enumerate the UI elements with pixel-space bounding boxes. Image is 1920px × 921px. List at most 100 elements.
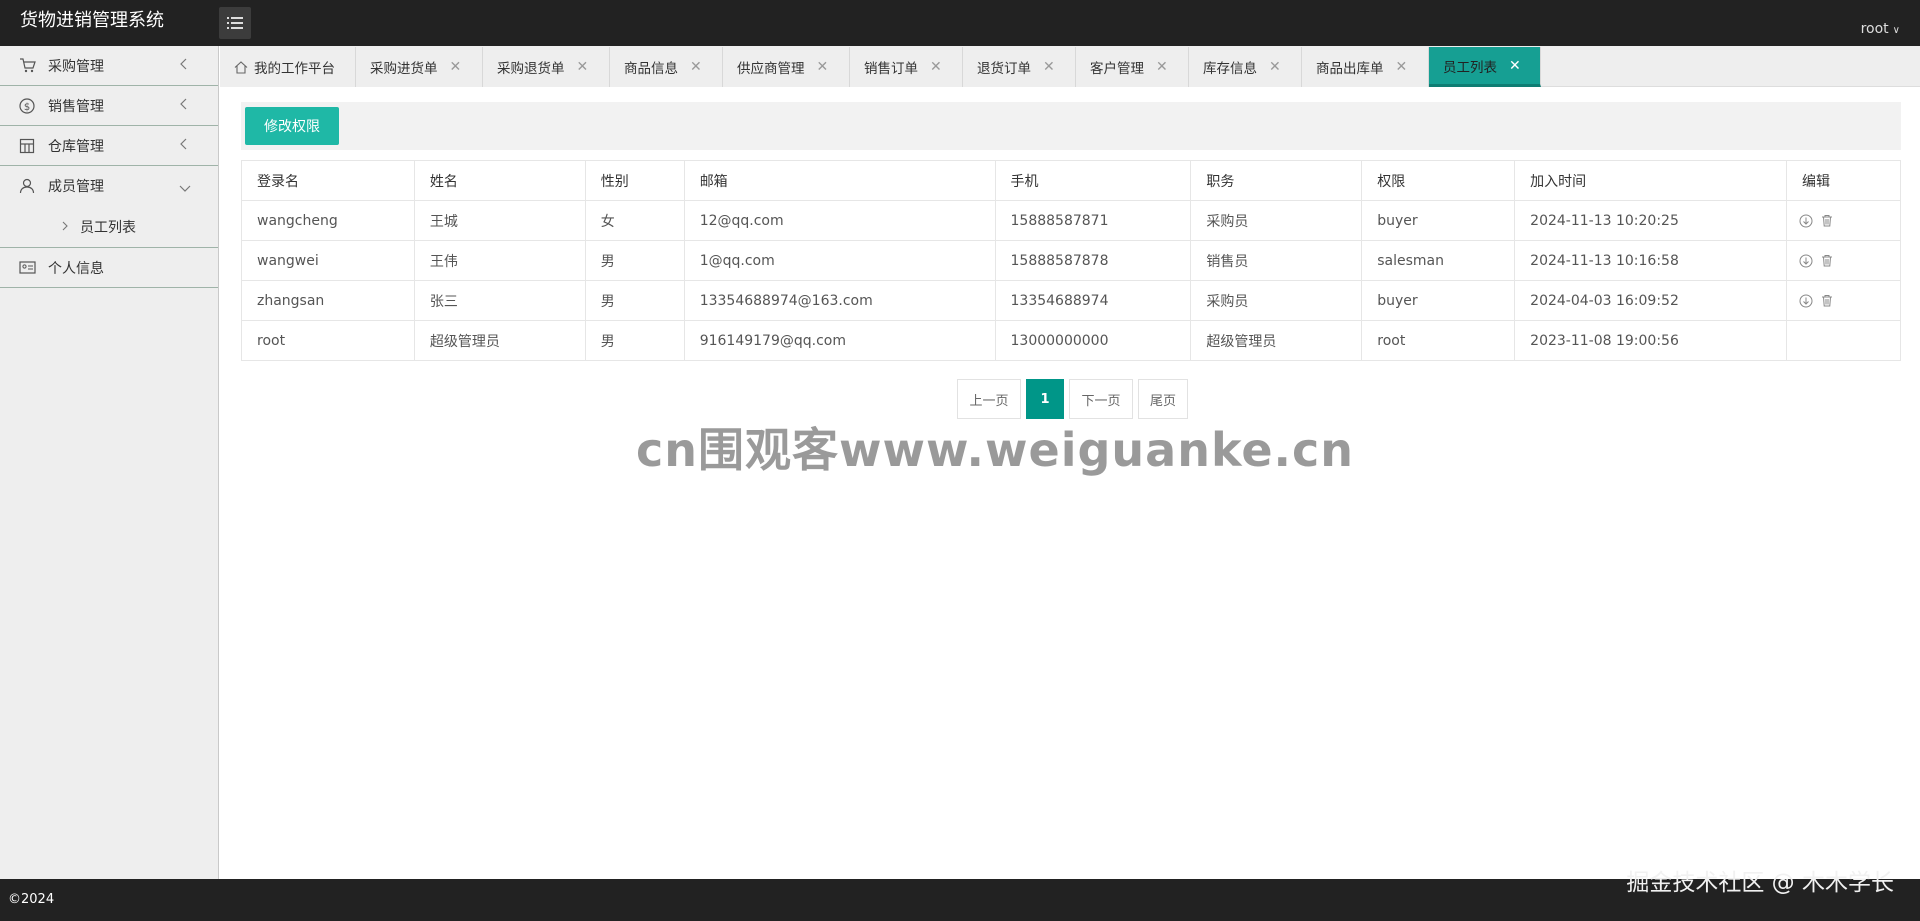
col-header-position[interactable]: 职务 bbox=[1190, 160, 1363, 201]
cell-name: 王城 bbox=[413, 200, 586, 241]
tab-supplier[interactable]: 供应商管理 ✕ bbox=[723, 47, 850, 87]
cell-name: 超级管理员 bbox=[413, 320, 586, 361]
cell-join-time: 2024-11-13 10:16:58 bbox=[1514, 240, 1787, 281]
cell-join-time: 2024-04-03 16:09:52 bbox=[1514, 280, 1787, 321]
tab-sales-order[interactable]: 销售订单 ✕ bbox=[850, 47, 963, 87]
close-icon[interactable]: ✕ bbox=[1269, 59, 1281, 75]
cell-edit bbox=[1786, 280, 1901, 321]
user-menu[interactable]: root ∨ bbox=[1861, 0, 1900, 46]
col-header-join-time[interactable]: 加入时间 bbox=[1514, 160, 1787, 201]
chevron-down-icon bbox=[179, 181, 191, 197]
sidebar-item-personal-info[interactable]: 个人信息 bbox=[0, 248, 218, 288]
sidebar-item-members[interactable]: 成员管理 bbox=[0, 166, 218, 206]
tab-customer[interactable]: 客户管理 ✕ bbox=[1076, 47, 1189, 87]
col-header-login[interactable]: 登录名 bbox=[241, 160, 415, 201]
id-card-icon bbox=[18, 259, 36, 277]
cell-gender: 男 bbox=[584, 280, 685, 321]
sidebar-item-label: 个人信息 bbox=[48, 260, 104, 277]
sidebar-item-warehouse[interactable]: 仓库管理 bbox=[0, 126, 218, 166]
tab-goods-out[interactable]: 商品出库单 ✕ bbox=[1302, 47, 1429, 87]
table-row[interactable]: wangwei 王伟 男 1@qq.com 15888587878 销售员 sa… bbox=[241, 240, 1901, 281]
cell-login: wangcheng bbox=[241, 200, 415, 241]
next-page-button[interactable]: 下一页 bbox=[1069, 379, 1133, 419]
cell-email: 12@qq.com bbox=[683, 200, 996, 241]
chevron-left-icon bbox=[180, 138, 188, 154]
sidebar-item-sales[interactable]: $ 销售管理 bbox=[0, 86, 218, 126]
download-icon[interactable] bbox=[1799, 294, 1813, 308]
table-row[interactable]: root 超级管理员 男 916149179@qq.com 1300000000… bbox=[241, 320, 1901, 361]
cell-permission: buyer bbox=[1361, 200, 1516, 241]
cell-join-time: 2023-11-08 19:00:56 bbox=[1514, 320, 1787, 361]
cell-name: 王伟 bbox=[413, 240, 586, 281]
tab-purchase-return[interactable]: 采购退货单 ✕ bbox=[483, 47, 610, 87]
footer: ©2024 掘金技术社区 @ 木木学长 bbox=[0, 870, 1920, 921]
trash-icon[interactable] bbox=[1821, 214, 1835, 228]
close-icon[interactable]: ✕ bbox=[1043, 59, 1055, 75]
cell-edit bbox=[1786, 240, 1901, 281]
sidebar-item-purchase[interactable]: 采购管理 bbox=[0, 46, 218, 86]
employee-table: 登录名 姓名 性别 邮箱 手机 职务 权限 加入时间 编辑 wangcheng … bbox=[241, 160, 1901, 361]
pagination: 上一页 1 下一页 尾页 bbox=[957, 379, 1193, 419]
tab-goods-info[interactable]: 商品信息 ✕ bbox=[610, 47, 723, 87]
col-header-name[interactable]: 姓名 bbox=[413, 160, 586, 201]
edit-permission-button[interactable]: 修改权限 bbox=[245, 107, 339, 145]
tab-label: 客户管理 bbox=[1090, 61, 1144, 77]
col-header-phone[interactable]: 手机 bbox=[994, 160, 1192, 201]
cell-login: root bbox=[241, 320, 415, 361]
cell-join-time: 2024-11-13 10:20:25 bbox=[1514, 200, 1787, 241]
col-header-edit: 编辑 bbox=[1786, 160, 1901, 201]
tab-purchase-in[interactable]: 采购进货单 ✕ bbox=[356, 47, 483, 87]
trash-icon[interactable] bbox=[1821, 294, 1835, 308]
tab-label: 员工列表 bbox=[1443, 59, 1497, 76]
tab-label: 采购进货单 bbox=[370, 61, 438, 77]
tab-employee-list[interactable]: 员工列表 ✕ bbox=[1429, 47, 1541, 87]
cell-email: 916149179@qq.com bbox=[683, 320, 996, 361]
menu-toggle-button[interactable] bbox=[219, 7, 251, 39]
toolbar: 修改权限 bbox=[241, 102, 1901, 150]
tab-label: 供应商管理 bbox=[737, 61, 805, 77]
table-row[interactable]: zhangsan 张三 男 13354688974@163.com 133546… bbox=[241, 280, 1901, 321]
watermark: cn围观客www.weiguanke.cn bbox=[636, 423, 1355, 477]
download-icon[interactable] bbox=[1799, 214, 1813, 228]
sidebar-item-label: 采购管理 bbox=[48, 58, 104, 75]
page-number-current[interactable]: 1 bbox=[1026, 379, 1064, 419]
chevron-left-icon bbox=[180, 58, 188, 74]
close-icon[interactable]: ✕ bbox=[1509, 58, 1521, 74]
cell-name: 张三 bbox=[413, 280, 586, 321]
col-header-permission[interactable]: 权限 bbox=[1361, 160, 1516, 201]
home-icon bbox=[234, 60, 248, 74]
app-title: 货物进销管理系统 bbox=[20, 10, 164, 31]
close-icon[interactable]: ✕ bbox=[690, 59, 702, 75]
cell-position: 销售员 bbox=[1190, 240, 1363, 281]
sidebar-item-label: 销售管理 bbox=[48, 98, 104, 115]
close-icon[interactable]: ✕ bbox=[1156, 59, 1168, 75]
cart-icon bbox=[18, 57, 36, 75]
cell-phone: 15888587878 bbox=[994, 240, 1192, 281]
sidebar: 采购管理 $ 销售管理 仓库管理 成员管理 员工列表 个人信息 bbox=[0, 46, 219, 879]
table-header-row: 登录名 姓名 性别 邮箱 手机 职务 权限 加入时间 编辑 bbox=[241, 160, 1901, 201]
close-icon[interactable]: ✕ bbox=[930, 59, 942, 75]
tab-inventory[interactable]: 库存信息 ✕ bbox=[1189, 47, 1302, 87]
top-header: 货物进销管理系统 root ∨ bbox=[0, 0, 1920, 46]
close-icon[interactable]: ✕ bbox=[577, 59, 589, 75]
tab-workbench[interactable]: 我的工作平台 bbox=[220, 47, 356, 87]
prev-page-button[interactable]: 上一页 bbox=[957, 379, 1021, 419]
download-icon[interactable] bbox=[1799, 254, 1813, 268]
tab-bar: 我的工作平台 采购进货单 ✕ 采购退货单 ✕ 商品信息 ✕ 供应商管理 ✕ 销售订单 ✕ … bbox=[220, 46, 1920, 87]
tab-label: 库存信息 bbox=[1203, 61, 1257, 77]
trash-icon[interactable] bbox=[1821, 254, 1835, 268]
chevron-right-icon bbox=[62, 219, 68, 235]
last-page-button[interactable]: 尾页 bbox=[1138, 379, 1188, 419]
cell-gender: 男 bbox=[584, 240, 685, 281]
close-icon[interactable]: ✕ bbox=[450, 59, 462, 75]
tab-return-order[interactable]: 退货订单 ✕ bbox=[963, 47, 1076, 87]
col-header-email[interactable]: 邮箱 bbox=[683, 160, 996, 201]
table-row[interactable]: wangcheng 王城 女 12@qq.com 15888587871 采购员… bbox=[241, 200, 1901, 241]
close-icon[interactable]: ✕ bbox=[817, 59, 829, 75]
col-header-gender[interactable]: 性别 bbox=[584, 160, 685, 201]
dollar-icon: $ bbox=[18, 97, 36, 115]
cell-permission: salesman bbox=[1361, 240, 1516, 281]
close-icon[interactable]: ✕ bbox=[1396, 59, 1408, 75]
sidebar-item-label: 仓库管理 bbox=[48, 138, 104, 155]
sidebar-subitem-employee-list[interactable]: 员工列表 bbox=[0, 206, 218, 248]
